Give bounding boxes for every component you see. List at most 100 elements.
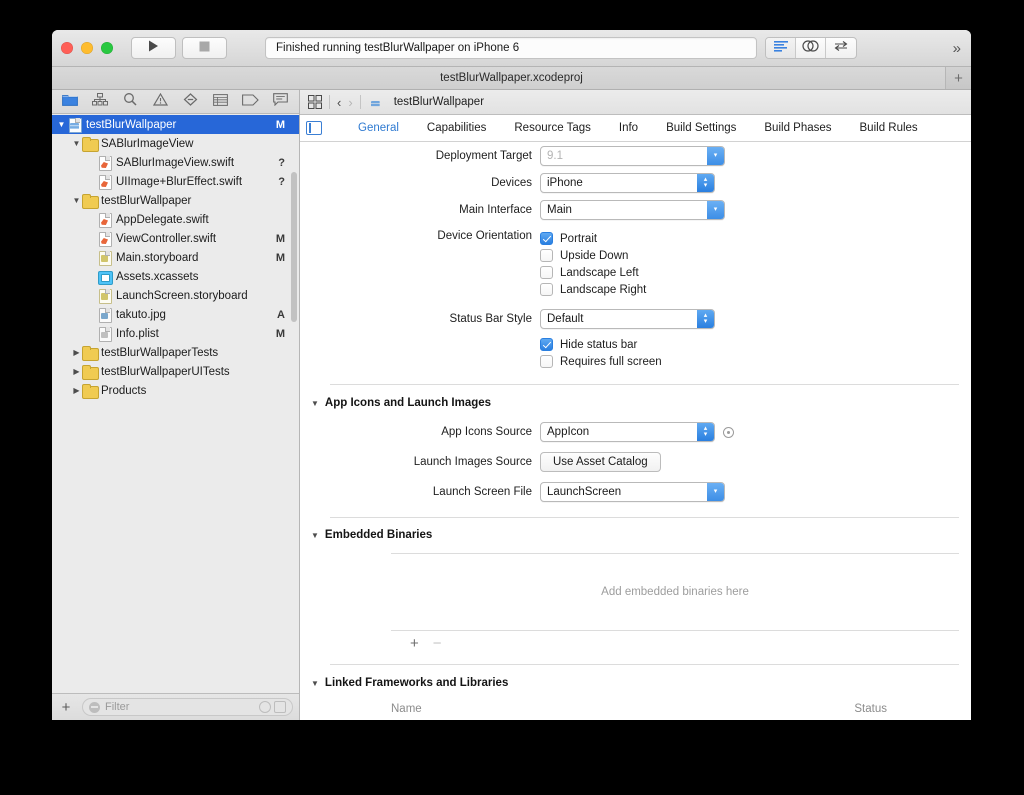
- status-bar-hide-status-bar[interactable]: Hide status bar: [540, 336, 662, 353]
- use-asset-catalog-button[interactable]: Use Asset Catalog: [540, 452, 661, 472]
- stop-button[interactable]: [182, 37, 227, 59]
- orientation-landscape-right[interactable]: Landscape Right: [540, 281, 646, 298]
- navigator-scrollbar[interactable]: [291, 172, 297, 322]
- main-interface-popup[interactable]: Main ▾: [540, 200, 725, 220]
- deployment-target-field[interactable]: 9.1 ▾: [540, 146, 725, 166]
- disclosure-triangle-icon[interactable]: ▼: [311, 399, 319, 408]
- project-file-tree[interactable]: testBlurWallpaper M SABlurImageView SABlurI…: [52, 114, 299, 693]
- back-button[interactable]: ‹: [337, 95, 341, 110]
- window-titlebar: Finished running testBlurWallpaper on iP…: [52, 30, 971, 67]
- navigator-tab-project[interactable]: [56, 92, 84, 112]
- embedded-binaries-section-header[interactable]: ▼ Embedded Binaries: [311, 529, 959, 541]
- add-file-button[interactable]: +: [58, 699, 74, 716]
- reveal-in-asset-catalog-button[interactable]: [723, 426, 734, 438]
- editor-mode-segmented-control[interactable]: [765, 37, 857, 59]
- tab-build-phases[interactable]: Build Phases: [750, 122, 845, 134]
- orientation-portrait[interactable]: Portrait: [540, 230, 646, 247]
- tree-row[interactable]: Main.storyboard M: [52, 248, 299, 267]
- tree-row[interactable]: Assets.xcassets: [52, 267, 299, 286]
- navigator-tab-test[interactable]: [176, 92, 204, 112]
- navigator-tab-find[interactable]: [116, 92, 144, 112]
- version-editor-button[interactable]: [826, 38, 856, 58]
- tree-row[interactable]: testBlurWallpaperTests: [52, 343, 299, 362]
- forward-button[interactable]: ›: [348, 95, 352, 110]
- navigator-tab-report[interactable]: [266, 92, 294, 112]
- status-bar-style-popup[interactable]: Default ▴ ▾: [540, 309, 715, 329]
- app-icons-section-header[interactable]: ▼ App Icons and Launch Images: [311, 397, 959, 409]
- tree-row[interactable]: AppDelegate.swift: [52, 210, 299, 229]
- remove-embedded-binary-button[interactable]: −: [433, 635, 442, 652]
- filter-input[interactable]: Filter: [82, 698, 293, 716]
- message-icon: [272, 92, 288, 111]
- disclosure-triangle-icon[interactable]: [71, 386, 82, 395]
- tree-row[interactable]: SABlurImageView: [52, 134, 299, 153]
- tree-row[interactable]: testBlurWallpaperUITests: [52, 362, 299, 381]
- chevron-down-icon: ▾: [707, 201, 724, 219]
- disclosure-triangle-icon[interactable]: ▼: [311, 679, 319, 688]
- clock-icon[interactable]: [259, 701, 271, 713]
- disclosure-triangle-icon[interactable]: [71, 367, 82, 376]
- tree-row[interactable]: ViewController.swift M: [52, 229, 299, 248]
- tree-row[interactable]: testBlurWallpaper M: [52, 115, 299, 134]
- toolbar-overflow-button[interactable]: »: [953, 40, 961, 57]
- launch-images-source-row: Launch Images Source Use Asset Catalog: [330, 452, 959, 472]
- orientation-upside-down[interactable]: Upside Down: [540, 247, 646, 264]
- tab-build-settings[interactable]: Build Settings: [652, 122, 750, 134]
- standard-editor-button[interactable]: [766, 38, 796, 58]
- devices-popup[interactable]: iPhone ▴ ▾: [540, 173, 715, 193]
- checkbox-label: Portrait: [560, 232, 598, 245]
- tree-row[interactable]: UIImage+BlurEffect.swift?: [52, 172, 299, 191]
- tree-row[interactable]: SABlurImageView.swift?: [52, 153, 299, 172]
- disclosure-triangle-icon[interactable]: [71, 139, 82, 148]
- tree-row[interactable]: Products: [52, 381, 299, 400]
- disclosure-triangle-icon[interactable]: ▼: [311, 531, 319, 540]
- checkbox[interactable]: [540, 283, 553, 296]
- orientation-landscape-left[interactable]: Landscape Left: [540, 264, 646, 281]
- navigator-tab-symbol[interactable]: [86, 92, 114, 112]
- checkbox[interactable]: [540, 338, 553, 351]
- linked-frameworks-section-header[interactable]: ▼ Linked Frameworks and Libraries: [311, 677, 959, 689]
- close-button[interactable]: [61, 42, 73, 54]
- embedded-binaries-dropzone[interactable]: Add embedded binaries here: [391, 553, 959, 631]
- tree-row[interactable]: Info.plist M: [52, 324, 299, 343]
- tab-resource-tags[interactable]: Resource Tags: [500, 122, 605, 134]
- tab-capabilities[interactable]: Capabilities: [413, 122, 500, 134]
- tree-row[interactable]: LaunchScreen.storyboard: [52, 286, 299, 305]
- tab-build-rules[interactable]: Build Rules: [846, 122, 932, 134]
- devices-value: iPhone: [547, 177, 583, 189]
- project-tab[interactable]: testBlurWallpaper.xcodeproj: [440, 72, 583, 84]
- run-button[interactable]: [131, 37, 176, 59]
- checkbox[interactable]: [540, 266, 553, 279]
- assets-icon: [97, 269, 113, 285]
- source-control-badge: M: [275, 118, 285, 131]
- add-embedded-binary-button[interactable]: +: [410, 635, 419, 652]
- grid-icon[interactable]: [308, 95, 322, 109]
- add-tab-button[interactable]: +: [945, 67, 971, 89]
- checkbox[interactable]: [540, 249, 553, 262]
- activity-status-field[interactable]: Finished running testBlurWallpaper on iP…: [265, 37, 757, 59]
- disclosure-triangle-icon[interactable]: [56, 120, 67, 129]
- checkbox[interactable]: [540, 355, 553, 368]
- target-editor-tabs: General Capabilities Resource Tags Info Buil…: [300, 115, 971, 142]
- checkbox[interactable]: [540, 232, 553, 245]
- minimize-button[interactable]: [81, 42, 93, 54]
- assistant-editor-button[interactable]: [796, 38, 826, 58]
- status-bar-requires-full-screen[interactable]: Requires full screen: [540, 353, 662, 370]
- tree-row[interactable]: takuto.jpg A: [52, 305, 299, 324]
- disclosure-triangle-icon[interactable]: [71, 348, 82, 357]
- navigator-tab-breakpoint[interactable]: [236, 92, 264, 112]
- source-control-icon[interactable]: [274, 701, 286, 713]
- navigator-tab-issue[interactable]: [146, 92, 174, 112]
- zoom-button[interactable]: [101, 42, 113, 54]
- app-icons-source-popup[interactable]: AppIcon ▴ ▾: [540, 422, 715, 442]
- device-orientation-row: Device Orientation Portrait Upside Down La…: [330, 230, 959, 298]
- tab-info[interactable]: Info: [605, 122, 652, 134]
- disclosure-triangle-icon[interactable]: [71, 196, 82, 205]
- window-tab-bar: testBlurWallpaper.xcodeproj +: [52, 67, 971, 90]
- tab-general[interactable]: General: [344, 122, 413, 134]
- navigator-tab-debug[interactable]: [206, 92, 234, 112]
- launch-screen-file-popup[interactable]: LaunchScreen ▾: [540, 482, 725, 502]
- tree-row[interactable]: testBlurWallpaper: [52, 191, 299, 210]
- jumpbar-path-label[interactable]: testBlurWallpaper: [394, 96, 484, 108]
- project-list-toggle-icon[interactable]: [306, 121, 322, 135]
